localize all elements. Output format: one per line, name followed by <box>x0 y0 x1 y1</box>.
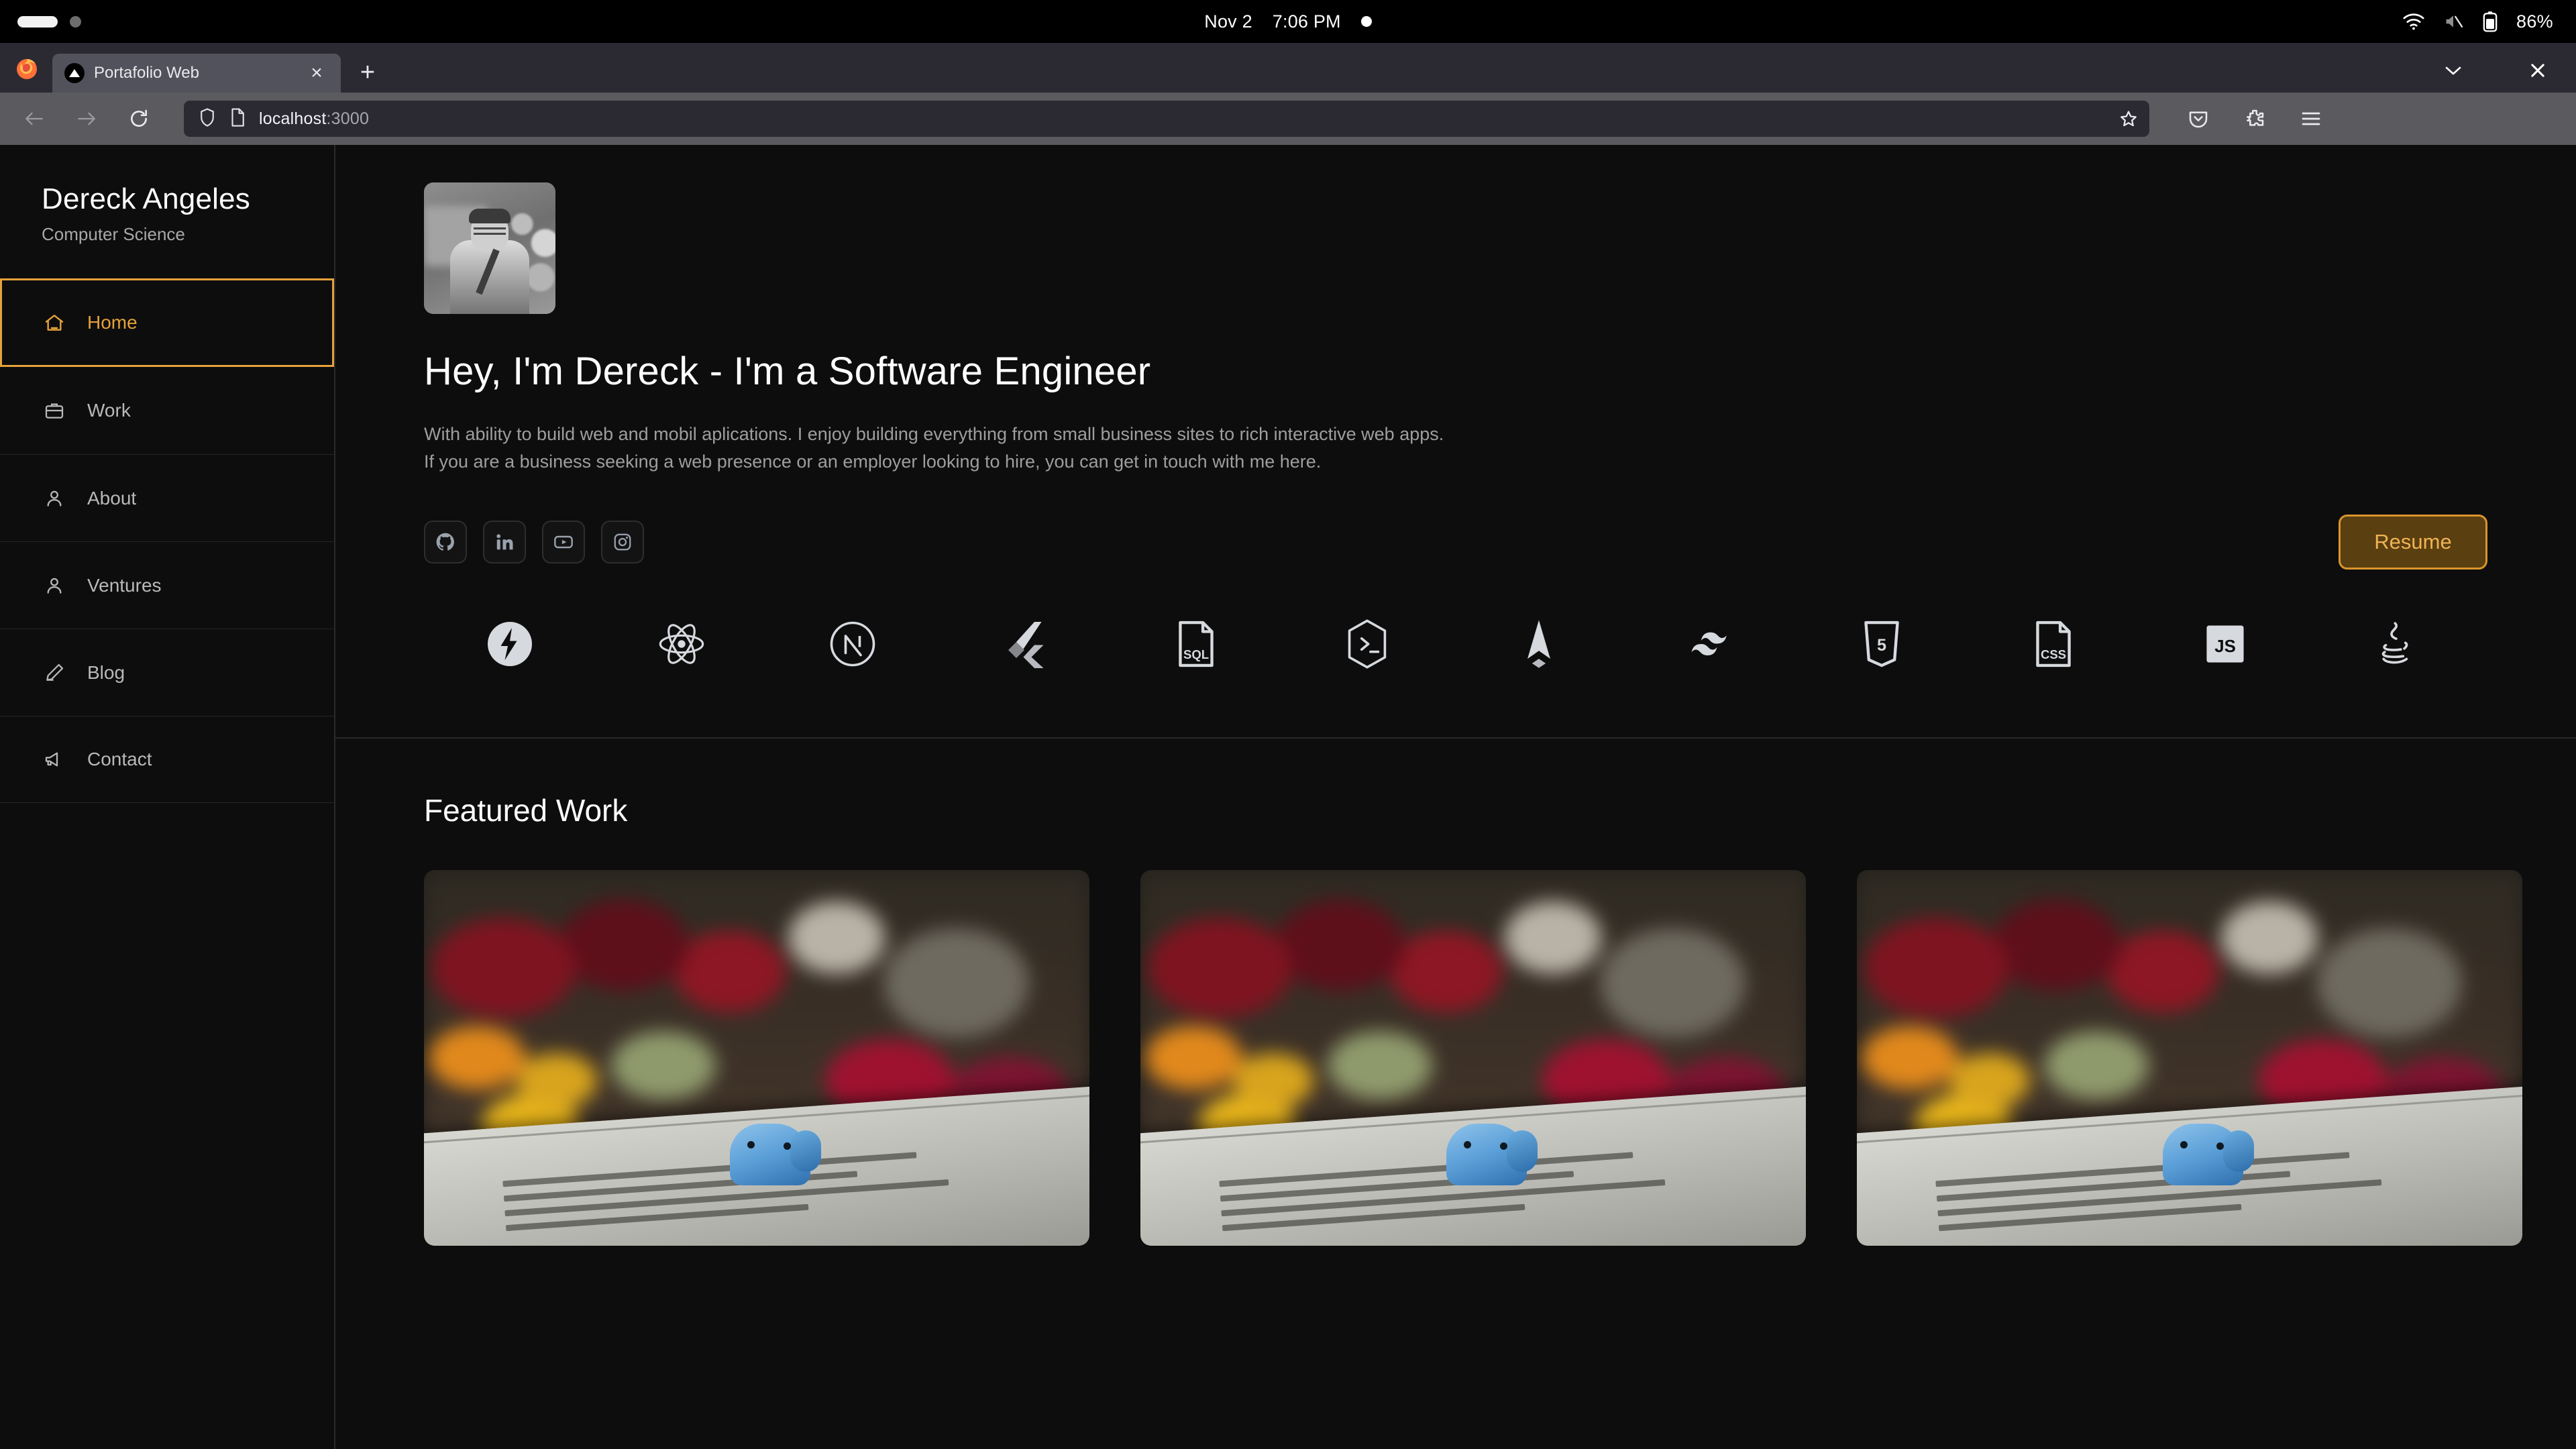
os-top-bar: Nov 2 7:06 PM 86% <box>0 0 2576 43</box>
os-clock-area: Nov 2 7:06 PM <box>0 0 2576 43</box>
sidebar-item-about[interactable]: About <box>0 454 334 541</box>
social-links <box>424 521 644 564</box>
window-close-icon[interactable] <box>2522 55 2553 86</box>
notification-dot-icon[interactable] <box>1361 16 1372 27</box>
svg-text:CSS: CSS <box>2041 647 2066 661</box>
svg-text:SQL: SQL <box>1183 647 1209 661</box>
battery-percentage: 86% <box>2516 11 2553 32</box>
vercel-triangle-icon <box>64 63 85 83</box>
sidebar-item-label: About <box>87 488 136 509</box>
brand-block: Dereck Angeles Computer Science <box>0 145 334 278</box>
toolbar-right-controls <box>2182 102 2328 136</box>
linkedin-icon[interactable] <box>483 521 526 564</box>
tech-stack-row: SQL 5 <box>424 607 2522 681</box>
sidebar-item-ventures[interactable]: Ventures <box>0 541 334 629</box>
home-icon <box>42 312 67 333</box>
close-icon[interactable]: × <box>302 58 331 88</box>
pocket-save-icon[interactable] <box>2182 102 2215 136</box>
main-content: Hey, I'm Dereck - I'm a Software Enginee… <box>335 145 2576 1449</box>
site-sidebar: Dereck Angeles Computer Science Home Wor… <box>0 145 335 1449</box>
sidebar-item-contact[interactable]: Contact <box>0 716 334 803</box>
page-title: Hey, I'm Dereck - I'm a Software Enginee… <box>424 349 2522 394</box>
arrow-left-icon[interactable] <box>17 102 51 136</box>
hero-actions: Resume <box>424 515 2522 570</box>
browser-toolbar: localhost:3000 <box>0 93 2576 145</box>
tab-bar-controls <box>2438 55 2565 86</box>
youtube-icon[interactable] <box>542 521 585 564</box>
page-viewport: Dereck Angeles Computer Science Home Wor… <box>0 145 2576 1449</box>
megaphone-icon <box>42 749 67 770</box>
flutter-icon <box>938 607 1110 681</box>
css-file-icon: CSS <box>1968 607 2139 681</box>
user-icon <box>42 488 67 509</box>
react-icon <box>596 607 767 681</box>
volume-muted-icon[interactable] <box>2443 13 2464 30</box>
shield-icon[interactable] <box>199 107 216 131</box>
reload-icon[interactable] <box>122 102 156 136</box>
url-bar[interactable]: localhost:3000 <box>184 101 2149 137</box>
javascript-icon: JS <box>2139 607 2311 681</box>
workspace-active-indicator[interactable] <box>17 16 58 28</box>
brand-subtitle: Computer Science <box>42 224 334 245</box>
html5-icon: 5 <box>1796 607 1968 681</box>
avatar <box>424 182 555 314</box>
sidebar-item-label: Blog <box>87 662 125 684</box>
work-card[interactable] <box>1140 870 1806 1246</box>
firefox-logo-icon <box>8 55 46 82</box>
url-text[interactable]: localhost:3000 <box>259 109 2105 129</box>
svg-text:5: 5 <box>1877 636 1886 655</box>
browser-tab[interactable]: Portafolio Web × <box>52 54 341 93</box>
chevron-down-icon[interactable] <box>2438 55 2469 86</box>
briefcase-icon <box>42 400 67 421</box>
tab-title: Portafolio Web <box>94 64 292 83</box>
arrow-right-icon[interactable] <box>70 102 103 136</box>
workspace-indicators[interactable] <box>17 16 81 28</box>
star-icon[interactable] <box>2118 109 2139 129</box>
bolt-circle-icon <box>424 607 596 681</box>
sidebar-item-label: Contact <box>87 749 152 770</box>
brand-name: Dereck Angeles <box>42 182 334 216</box>
user-icon <box>42 575 67 596</box>
os-time: 7:06 PM <box>1273 11 1341 32</box>
pencil-icon <box>42 662 67 684</box>
browser-tab-bar: Portafolio Web × + <box>0 43 2576 93</box>
work-card[interactable] <box>1857 870 2522 1246</box>
instagram-icon[interactable] <box>601 521 644 564</box>
resume-button[interactable]: Resume <box>2339 515 2487 570</box>
featured-cards <box>424 870 2522 1246</box>
hamburger-menu-icon[interactable] <box>2294 102 2328 136</box>
hero-description: With ability to build web and mobil apli… <box>424 421 1450 476</box>
hero-section: Hey, I'm Dereck - I'm a Software Enginee… <box>335 145 2576 713</box>
shell-icon <box>1281 607 1453 681</box>
sidebar-item-home[interactable]: Home <box>0 278 334 367</box>
sidebar-item-blog[interactable]: Blog <box>0 629 334 716</box>
github-icon[interactable] <box>424 521 467 564</box>
tailwind-icon <box>1625 607 1796 681</box>
sidebar-item-label: Ventures <box>87 575 162 596</box>
url-host: localhost <box>259 109 326 128</box>
work-card[interactable] <box>424 870 1089 1246</box>
section-title: Featured Work <box>424 792 2522 828</box>
os-date: Nov 2 <box>1204 11 1252 32</box>
battery-icon[interactable] <box>2481 10 2499 33</box>
sidebar-item-work[interactable]: Work <box>0 367 334 454</box>
os-status-icons: 86% <box>2402 10 2553 33</box>
page-icon[interactable] <box>229 107 246 131</box>
sql-file-icon: SQL <box>1110 607 1282 681</box>
featured-work-section: Featured Work <box>335 739 2576 1246</box>
astro-icon <box>1453 607 1625 681</box>
extensions-puzzle-icon[interactable] <box>2238 102 2271 136</box>
sidebar-item-label: Work <box>87 400 131 421</box>
workspace-inactive-indicator[interactable] <box>70 16 81 28</box>
nextjs-icon <box>767 607 938 681</box>
wifi-icon[interactable] <box>2402 13 2425 30</box>
new-tab-button[interactable]: + <box>353 58 382 87</box>
sidebar-nav: Home Work About Ventures <box>0 278 334 803</box>
java-icon <box>2310 607 2482 681</box>
url-port: :3000 <box>326 109 369 128</box>
sidebar-item-label: Home <box>87 312 138 333</box>
svg-text:JS: JS <box>2214 637 2236 656</box>
